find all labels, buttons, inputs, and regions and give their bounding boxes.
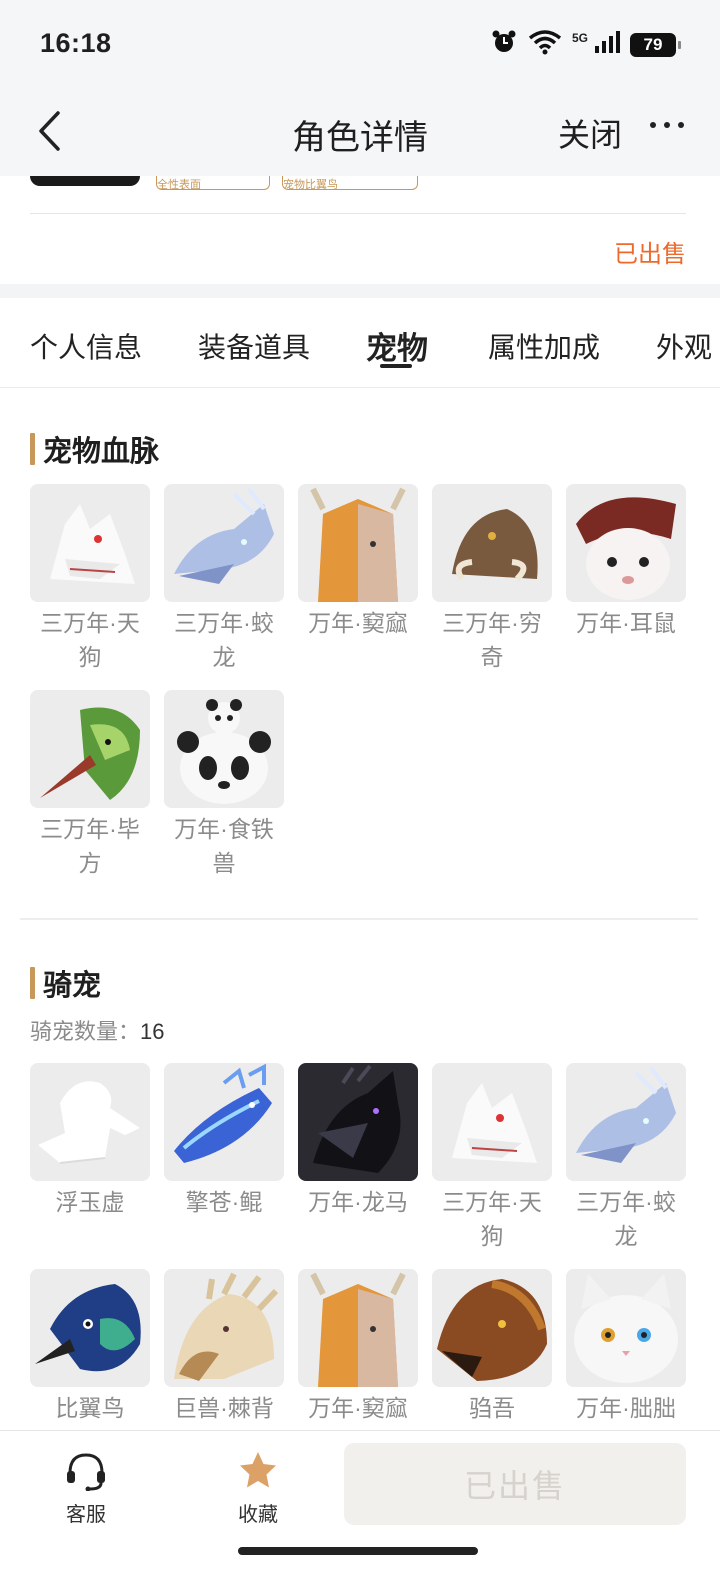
tab-pets[interactable]: 宠物 [366, 323, 428, 368]
mount-name: 擎苍·鲲 [185, 1189, 263, 1215]
mount-name: 万年·龙马 [308, 1189, 408, 1215]
dot [650, 122, 656, 128]
mount-item[interactable]: 巨兽·棘背 [164, 1269, 284, 1425]
white-wolf-icon [30, 484, 150, 602]
section-accent-bar [30, 433, 35, 465]
mount-count-label: 骑宠数量： [30, 1019, 141, 1044]
favorite-button[interactable]: 收藏 [218, 1449, 298, 1527]
mount-item[interactable]: 驺吾 [432, 1269, 552, 1425]
customer-service-label: 客服 [66, 1504, 106, 1526]
white-wolf-icon [432, 1063, 552, 1181]
mount-item[interactable]: 三万年·天狗 [432, 1063, 552, 1253]
mount-name: 比翼鸟 [55, 1395, 125, 1421]
mount-name: 巨兽·棘背 [174, 1395, 274, 1421]
pet-item[interactable]: 三万年·蛟龙 [164, 484, 284, 674]
section-title-pet-bloodline: 宠物血脉 [30, 428, 159, 470]
pet-item[interactable]: 三万年·天狗 [30, 484, 150, 674]
tab-appearance[interactable]: 外观 [656, 326, 712, 366]
pet-name: 三万年·蛟龙 [174, 610, 274, 670]
black-dragon-horse-icon [298, 1063, 418, 1181]
role-summary-card: 全性表面 宠物比翼鸟 已出售 [0, 176, 720, 284]
divider [20, 918, 698, 920]
alarm-icon [490, 28, 518, 61]
pet-item[interactable]: 万年·耳鼠 [566, 484, 686, 640]
mount-name: 浮玉虚 [55, 1189, 125, 1215]
status-time: 16:18 [40, 28, 112, 58]
mount-item[interactable]: 三万年·蛟龙 [566, 1063, 686, 1253]
mount-item[interactable]: 万年·朏朏 [566, 1269, 686, 1425]
divider [30, 213, 686, 214]
pet-item[interactable]: 万年·窫窳 [298, 484, 418, 640]
white-cat-icon [566, 1269, 686, 1387]
mount-name: 万年·朏朏 [576, 1395, 676, 1421]
pet-name: 万年·耳鼠 [576, 610, 676, 636]
headset-icon [67, 1453, 105, 1492]
brown-tusked-beast-icon [432, 484, 552, 602]
section-title-text: 骑宠 [43, 970, 102, 1002]
pet-item[interactable]: 万年·食铁兽 [164, 690, 284, 880]
status-bar: 16:18 5G 79 [0, 0, 720, 88]
section-gap [0, 284, 720, 298]
pet-name: 万年·食铁兽 [174, 816, 274, 876]
more-menu-button[interactable] [650, 108, 684, 142]
panda-icon [164, 690, 284, 808]
mount-item[interactable]: 比翼鸟 [30, 1269, 150, 1425]
home-indicator [238, 1547, 478, 1555]
horned-beast-face-icon [298, 484, 418, 602]
nav-bar: 角色详情 关闭 [0, 88, 720, 176]
favorite-label: 收藏 [238, 1504, 278, 1526]
bottom-action-bar: 客服 收藏 已出售 [0, 1430, 720, 1575]
mount-name: 三万年·天狗 [442, 1189, 542, 1249]
network-type: 5G [571, 30, 588, 45]
horned-beast-face-icon [298, 1269, 418, 1387]
role-tag: 全性表面 [156, 176, 270, 190]
pet-item[interactable]: 三万年·穷奇 [432, 484, 552, 674]
pet-name: 三万年·毕方 [40, 816, 140, 876]
sold-button[interactable]: 已出售 [344, 1443, 686, 1525]
bone-beast-icon [164, 1269, 284, 1387]
tab-equipment[interactable]: 装备道具 [198, 326, 310, 366]
tab-personal-info[interactable]: 个人信息 [30, 326, 142, 366]
detail-tabs: 个人信息 装备道具 宠物 属性加成 外观 [0, 298, 720, 388]
mount-count-value: 16 [140, 1019, 165, 1044]
mount-count: 骑宠数量：16 [30, 1014, 165, 1046]
customer-service-button[interactable]: 客服 [46, 1449, 126, 1527]
section-title-text: 宠物血脉 [43, 436, 160, 468]
avatar [30, 176, 140, 186]
blue-bird-icon [30, 1269, 150, 1387]
white-cloud-beast-icon [30, 1063, 150, 1181]
green-crane-icon [30, 690, 150, 808]
mount-item[interactable]: 浮玉虚 [30, 1063, 150, 1219]
dot [678, 122, 684, 128]
status-icons: 5G 79 [490, 28, 681, 61]
pet-name: 三万年·穷奇 [442, 610, 542, 670]
mount-name: 万年·窫窳 [308, 1395, 408, 1421]
active-tab-indicator [380, 364, 412, 368]
section-title-mounts: 骑宠 [30, 962, 101, 1004]
blue-dragon-icon [164, 484, 284, 602]
pet-name: 万年·窫窳 [308, 610, 408, 636]
blue-whale-dragon-icon [164, 1063, 284, 1181]
mount-item[interactable]: 万年·窫窳 [298, 1269, 418, 1425]
mount-item[interactable]: 万年·龙马 [298, 1063, 418, 1219]
white-red-mouse-icon [566, 484, 686, 602]
mount-name: 三万年·蛟龙 [576, 1189, 676, 1249]
battery-icon: 79 [630, 32, 681, 57]
section-accent-bar [30, 967, 35, 999]
dot [664, 122, 670, 128]
tab-attributes[interactable]: 属性加成 [488, 326, 600, 366]
signal-icon [594, 30, 620, 59]
pet-name: 三万年·天狗 [40, 610, 140, 670]
tiger-beast-icon [432, 1269, 552, 1387]
mount-item[interactable]: 擎苍·鲲 [164, 1063, 284, 1219]
wifi-icon [528, 29, 562, 60]
blue-dragon-icon [566, 1063, 686, 1181]
role-tag: 宠物比翼鸟 [282, 176, 418, 190]
pet-item[interactable]: 三万年·毕方 [30, 690, 150, 880]
close-button[interactable]: 关闭 [558, 110, 622, 156]
mount-name: 驺吾 [469, 1395, 515, 1421]
star-icon [240, 1452, 276, 1488]
sale-status-badge: 已出售 [614, 241, 686, 268]
